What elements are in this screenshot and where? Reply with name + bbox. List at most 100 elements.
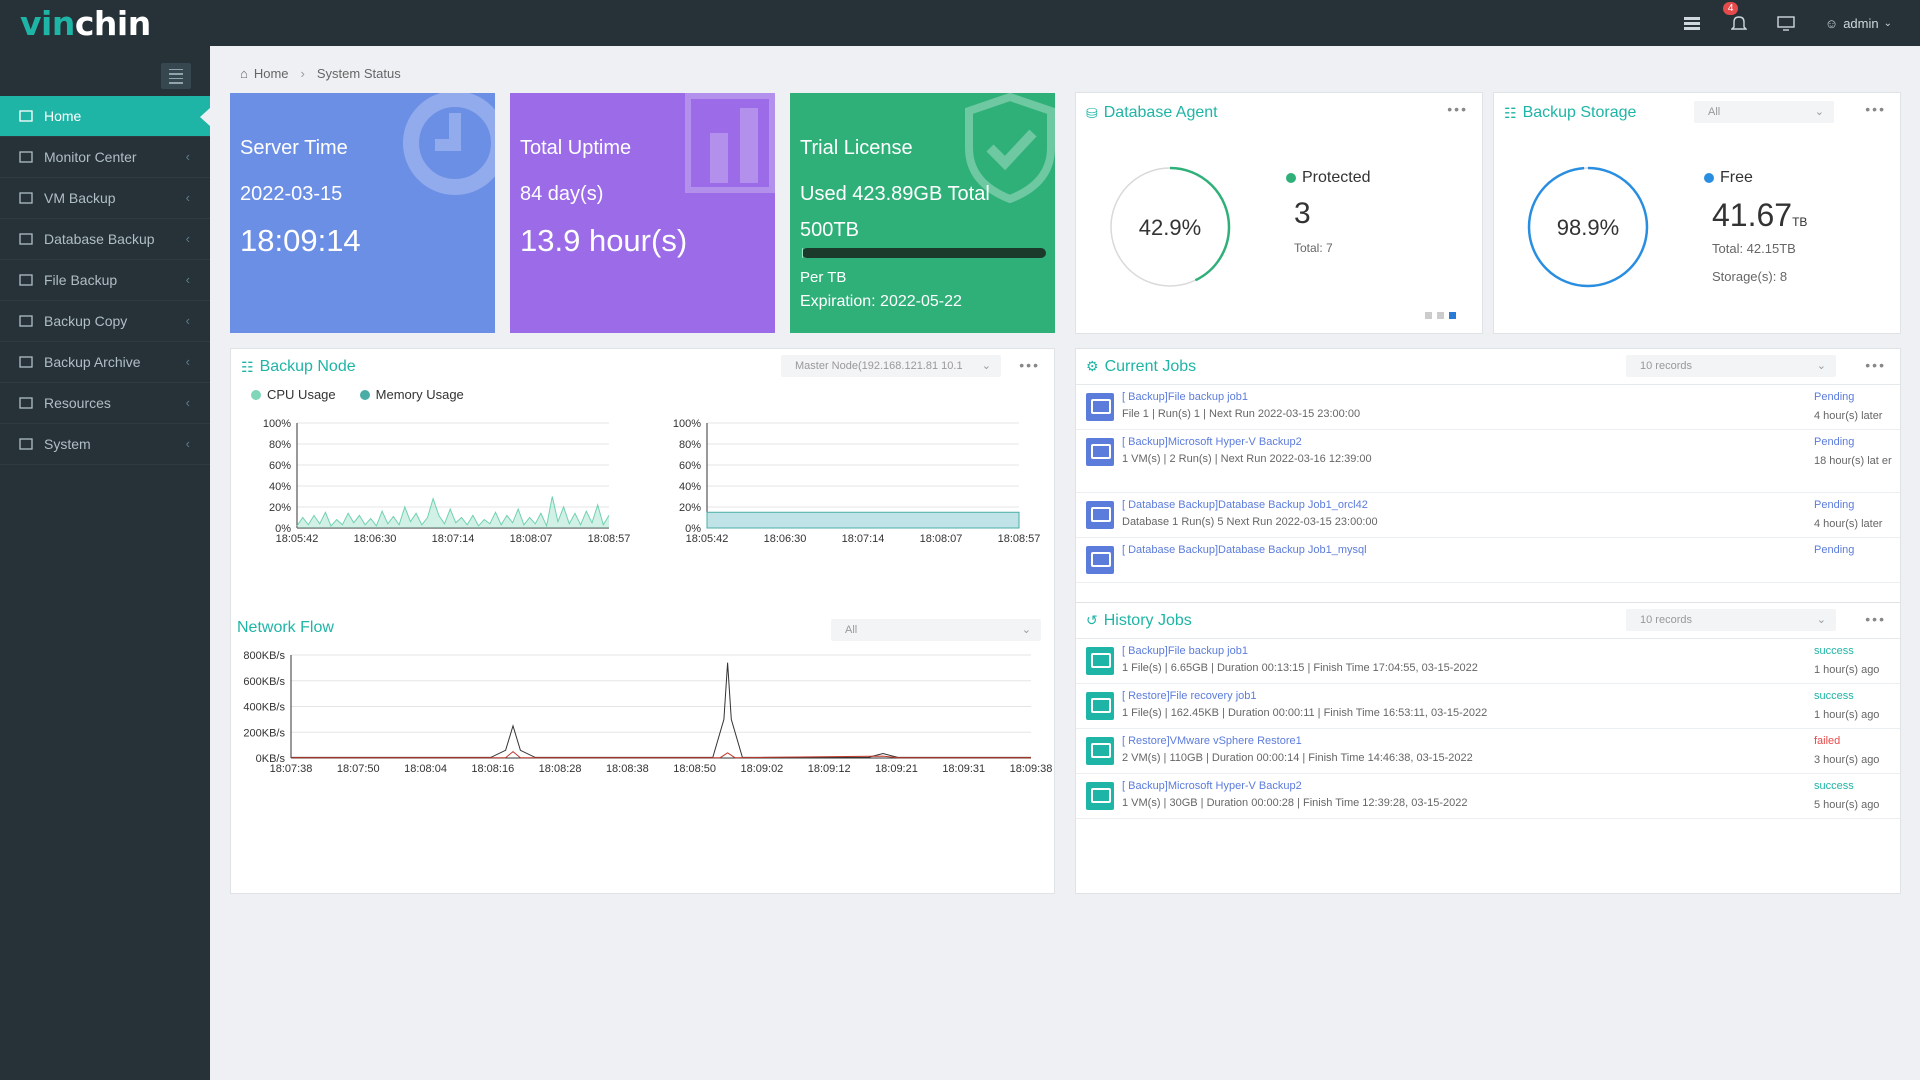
x-tick-label: 18:06:30 bbox=[354, 533, 397, 545]
sidebar-item-file-backup[interactable]: File Backup ‹ bbox=[0, 260, 210, 301]
chevron-left-icon: ‹ bbox=[186, 272, 190, 287]
job-row[interactable]: [ Database Backup]Database Backup Job1_m… bbox=[1076, 538, 1900, 583]
job-name[interactable]: [ Restore]File recovery job1 bbox=[1122, 690, 1257, 702]
sidebar-item-backup-copy[interactable]: Backup Copy‹ bbox=[0, 301, 210, 342]
file-icon bbox=[18, 272, 34, 288]
notification-badge: 4 bbox=[1723, 2, 1739, 15]
x-tick-label: 18:08:04 bbox=[404, 763, 447, 775]
history-jobs-list[interactable]: [ Backup]File backup job11 File(s) | 6.6… bbox=[1076, 639, 1900, 819]
line-series bbox=[291, 663, 1031, 758]
sidebar-item-system[interactable]: System‹ bbox=[0, 424, 210, 465]
history-jobs-records-select[interactable]: 10 records⌄ bbox=[1626, 609, 1836, 631]
sidebar-item-monitor-center[interactable]: Monitor Center‹ bbox=[0, 137, 210, 178]
job-icon bbox=[1086, 782, 1114, 810]
sidebar-item-database-backup[interactable]: Database Backup‹ bbox=[0, 219, 210, 260]
breadcrumb-home[interactable]: Home bbox=[254, 66, 289, 81]
job-name[interactable]: [ Backup]Microsoft Hyper-V Backup2 bbox=[1122, 780, 1302, 792]
user-name: admin bbox=[1843, 16, 1878, 31]
x-tick-label: 18:07:14 bbox=[842, 533, 885, 545]
tasks-icon[interactable] bbox=[1683, 16, 1701, 30]
y-tick-label: 80% bbox=[679, 439, 701, 451]
history-jobs-title: History Jobs bbox=[1104, 612, 1192, 630]
sidebar-item-label: File Backup bbox=[44, 272, 117, 288]
x-tick-label: 18:09:21 bbox=[875, 763, 918, 775]
more-options-button[interactable]: ••• bbox=[1865, 357, 1886, 373]
x-tick-label: 18:07:50 bbox=[337, 763, 380, 775]
job-row[interactable]: [ Database Backup]Database Backup Job1_o… bbox=[1076, 493, 1900, 538]
db-agent-status: Protected bbox=[1302, 169, 1370, 187]
user-icon: ☺ bbox=[1825, 16, 1838, 31]
current-jobs-title: Current Jobs bbox=[1105, 358, 1197, 376]
chevron-left-icon: ‹ bbox=[186, 313, 190, 328]
sidebar-item-backup-archive[interactable]: Backup Archive‹ bbox=[0, 342, 210, 383]
screen-icon[interactable] bbox=[1777, 15, 1795, 31]
more-options-button[interactable]: ••• bbox=[1447, 101, 1468, 117]
database-icon: ⛁ bbox=[1086, 105, 1098, 122]
job-name[interactable]: [ Backup]Microsoft Hyper-V Backup2 bbox=[1122, 436, 1302, 448]
job-row[interactable]: [ Restore]File recovery job11 File(s) | … bbox=[1076, 684, 1900, 729]
backup-storage-card: ☷ Backup Storage All⌄ ••• 98.9% Free 41.… bbox=[1493, 92, 1901, 334]
storage-icon: ☷ bbox=[1504, 105, 1517, 122]
more-options-button[interactable]: ••• bbox=[1865, 101, 1886, 117]
clock-icon bbox=[395, 93, 495, 203]
license-expiration: Expiration: 2022-05-22 bbox=[800, 293, 962, 311]
notification-bell-icon[interactable]: 4 bbox=[1731, 14, 1747, 32]
x-tick-label: 18:09:02 bbox=[740, 763, 783, 775]
memory-legend[interactable]: Memory Usage bbox=[376, 387, 464, 402]
home-icon: ⌂ bbox=[240, 66, 248, 81]
backup-node-card: ☷ Backup Node Master Node(192.168.121.81… bbox=[230, 348, 1055, 894]
uptime-hours: 13.9 hour(s) bbox=[520, 223, 687, 259]
job-status: Pending bbox=[1814, 436, 1854, 448]
menu-collapse-button[interactable] bbox=[161, 63, 191, 89]
network-filter-select[interactable]: All⌄ bbox=[831, 619, 1041, 641]
job-row[interactable]: [ Backup]Microsoft Hyper-V Backup21 VM(s… bbox=[1076, 774, 1900, 819]
sidebar-item-label: Home bbox=[44, 108, 81, 124]
current-jobs-records-select[interactable]: 10 records⌄ bbox=[1626, 355, 1836, 377]
chevron-left-icon: ‹ bbox=[186, 354, 190, 369]
y-tick-label: 20% bbox=[269, 502, 291, 514]
x-tick-label: 18:09:38 bbox=[1010, 763, 1053, 775]
desktop-icon bbox=[18, 190, 34, 206]
sidebar-item-vm-backup[interactable]: VM Backup‹ bbox=[0, 178, 210, 219]
job-detail: Database 1 Run(s) 5 Next Run 2022-03-15 … bbox=[1122, 516, 1378, 528]
carousel-dots[interactable] bbox=[1425, 312, 1456, 319]
job-name[interactable]: [ Restore]VMware vSphere Restore1 bbox=[1122, 735, 1302, 747]
memory-usage-chart: 100%80%60%40%20%0%18:05:4218:06:3018:07:… bbox=[641, 411, 1041, 581]
node-select[interactable]: Master Node(192.168.121.81 10.1⌄ bbox=[781, 355, 1001, 377]
more-options-button[interactable]: ••• bbox=[1019, 357, 1040, 373]
x-tick-label: 18:08:50 bbox=[673, 763, 716, 775]
current-jobs-list[interactable]: [ Backup]File backup job1File 1 | Run(s)… bbox=[1076, 385, 1900, 593]
job-row[interactable]: [ Backup]File backup job1File 1 | Run(s)… bbox=[1076, 385, 1900, 430]
job-name[interactable]: [ Backup]File backup job1 bbox=[1122, 391, 1248, 403]
job-time: 4 hour(s) later bbox=[1814, 408, 1894, 424]
y-tick-label: 60% bbox=[269, 460, 291, 472]
cpu-legend[interactable]: CPU Usage bbox=[267, 387, 336, 402]
sidebar-item-home[interactable]: Home bbox=[0, 96, 210, 137]
more-options-button[interactable]: ••• bbox=[1865, 611, 1886, 627]
job-name[interactable]: [ Database Backup]Database Backup Job1_o… bbox=[1122, 499, 1368, 511]
x-tick-label: 18:08:07 bbox=[510, 533, 553, 545]
server-time: 18:09:14 bbox=[240, 223, 361, 259]
job-name[interactable]: [ Database Backup]Database Backup Job1_m… bbox=[1122, 544, 1367, 556]
user-menu[interactable]: ☺ admin ⌄ bbox=[1825, 16, 1892, 31]
job-row[interactable]: [ Backup]File backup job11 File(s) | 6.6… bbox=[1076, 639, 1900, 684]
license-title: Trial License bbox=[800, 137, 913, 160]
cpu-usage-chart: 100%80%60%40%20%0%18:05:4218:06:3018:07:… bbox=[231, 411, 631, 581]
sidebar-item-label: Database Backup bbox=[44, 231, 155, 247]
job-row[interactable]: [ Backup]Microsoft Hyper-V Backup21 VM(s… bbox=[1076, 430, 1900, 493]
job-status: Pending bbox=[1814, 499, 1854, 511]
uptime-days: 84 day(s) bbox=[520, 183, 603, 206]
license-total: 500TB bbox=[800, 219, 859, 242]
vinchin-logo[interactable]: vinchin bbox=[20, 4, 151, 43]
job-name[interactable]: [ Backup]File backup job1 bbox=[1122, 645, 1248, 657]
storage-status: Free bbox=[1720, 169, 1753, 187]
job-status: success bbox=[1814, 780, 1854, 792]
job-row[interactable]: [ Restore]VMware vSphere Restore12 VM(s)… bbox=[1076, 729, 1900, 774]
sidebar: HomeMonitor Center‹VM Backup‹Database Ba… bbox=[0, 46, 210, 1080]
storage-filter-select[interactable]: All⌄ bbox=[1694, 101, 1834, 123]
sidebar-item-label: Resources bbox=[44, 395, 111, 411]
x-tick-label: 18:08:16 bbox=[471, 763, 514, 775]
resources-icon bbox=[18, 395, 34, 411]
breadcrumb-separator-icon: › bbox=[301, 66, 305, 81]
sidebar-item-resources[interactable]: Resources‹ bbox=[0, 383, 210, 424]
